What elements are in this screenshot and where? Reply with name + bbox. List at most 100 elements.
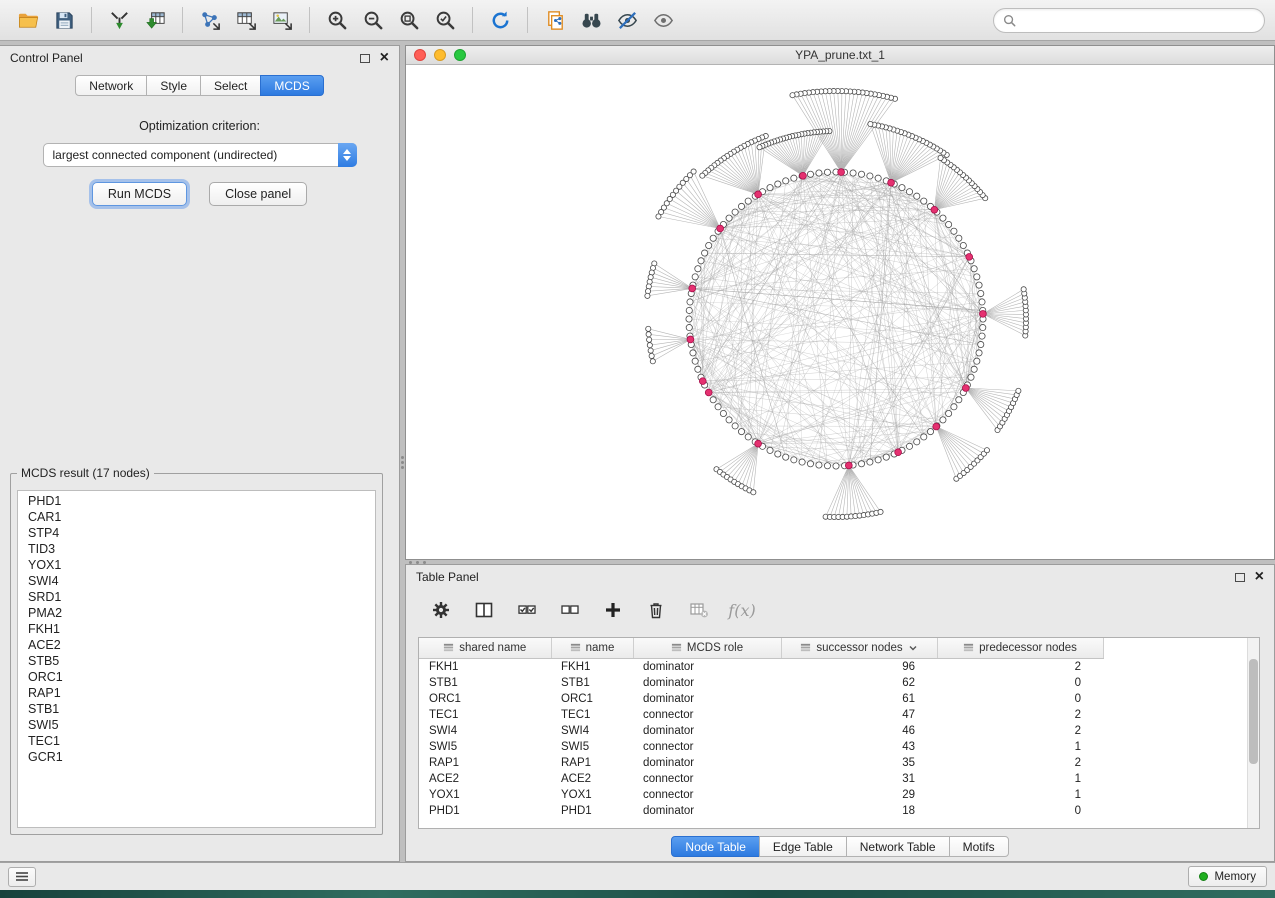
tab-mcds[interactable]: MCDS bbox=[260, 75, 323, 96]
mcds-result-item[interactable]: PHD1 bbox=[18, 493, 375, 509]
mcds-result-item[interactable]: RAP1 bbox=[18, 685, 375, 701]
function-builder-button[interactable]: f(x) bbox=[729, 597, 755, 623]
table-row[interactable]: ACE2ACE2connector311 bbox=[419, 771, 1103, 787]
show-graphics-button[interactable] bbox=[645, 4, 681, 36]
network-titlebar[interactable]: YPA_prune.txt_1 bbox=[406, 46, 1274, 65]
clone-network-button[interactable] bbox=[537, 4, 573, 36]
select-all-button[interactable] bbox=[514, 597, 540, 623]
import-network-button[interactable] bbox=[101, 4, 137, 36]
table-row[interactable]: FKH1FKH1dominator962 bbox=[419, 658, 1103, 675]
export-image-icon bbox=[271, 9, 294, 32]
add-column-button[interactable] bbox=[600, 597, 626, 623]
table-row[interactable]: SWI4SWI4dominator462 bbox=[419, 723, 1103, 739]
mcds-result-item[interactable]: STP4 bbox=[18, 525, 375, 541]
deselect-all-button[interactable] bbox=[557, 597, 583, 623]
toolbar-separator bbox=[182, 7, 183, 33]
find-button[interactable] bbox=[573, 4, 609, 36]
search-box[interactable] bbox=[993, 8, 1265, 33]
tab-network-table[interactable]: Network Table bbox=[846, 836, 950, 857]
column-header-mcds-role[interactable]: MCDS role bbox=[633, 638, 781, 658]
column-header-successor-nodes[interactable]: successor nodes bbox=[781, 638, 937, 658]
mcds-result-item[interactable]: ACE2 bbox=[18, 637, 375, 653]
mcds-result-item[interactable]: SRD1 bbox=[18, 589, 375, 605]
delete-column-button[interactable] bbox=[643, 597, 669, 623]
tab-edge-table[interactable]: Edge Table bbox=[759, 836, 847, 857]
zoom-selected-button[interactable] bbox=[427, 4, 463, 36]
maximize-window-icon[interactable] bbox=[454, 49, 466, 61]
mcds-result-item[interactable]: FKH1 bbox=[18, 621, 375, 637]
tab-motifs[interactable]: Motifs bbox=[949, 836, 1009, 857]
table-row[interactable]: ORC1ORC1dominator610 bbox=[419, 691, 1103, 707]
zoom-out-button[interactable] bbox=[355, 4, 391, 36]
table-tabs: Node Table Edge Table Network Table Moti… bbox=[406, 836, 1274, 857]
table-row[interactable]: SWI5SWI5connector431 bbox=[419, 739, 1103, 755]
float-panel-icon[interactable] bbox=[360, 54, 370, 63]
delete-table-icon bbox=[689, 600, 709, 620]
close-panel-icon[interactable]: × bbox=[380, 52, 389, 64]
main-area: Control Panel × Network Style Select MCD… bbox=[0, 41, 1275, 862]
refresh-button[interactable] bbox=[482, 4, 518, 36]
table-row[interactable]: STB1STB1dominator620 bbox=[419, 675, 1103, 691]
close-panel-button[interactable]: Close panel bbox=[209, 182, 307, 206]
mcds-result-item[interactable]: SWI4 bbox=[18, 573, 375, 589]
tab-style[interactable]: Style bbox=[146, 75, 201, 96]
mcds-result-item[interactable]: TID3 bbox=[18, 541, 375, 557]
network-canvas[interactable] bbox=[406, 65, 1274, 559]
window-controls bbox=[414, 49, 466, 61]
mcds-result-item[interactable]: ORC1 bbox=[18, 669, 375, 685]
table-row[interactable]: PHD1PHD1dominator180 bbox=[419, 803, 1103, 819]
tab-node-table[interactable]: Node Table bbox=[671, 836, 760, 857]
plus-icon bbox=[603, 600, 623, 620]
show-columns-button[interactable] bbox=[471, 597, 497, 623]
mcds-result-item[interactable]: SWI5 bbox=[18, 717, 375, 733]
toolbar-separator bbox=[91, 7, 92, 33]
zoom-in-button[interactable] bbox=[319, 4, 355, 36]
table-row[interactable]: YOX1YOX1connector291 bbox=[419, 787, 1103, 803]
column-header-shared-name[interactable]: shared name bbox=[419, 638, 551, 658]
column-header-predecessor-nodes[interactable]: predecessor nodes bbox=[937, 638, 1103, 658]
scrollbar-thumb[interactable] bbox=[1249, 659, 1258, 764]
mcds-result-item[interactable]: GCR1 bbox=[18, 749, 375, 765]
table-row[interactable]: RAP1RAP1dominator352 bbox=[419, 755, 1103, 771]
mcds-result-item[interactable]: CAR1 bbox=[18, 509, 375, 525]
mcds-result-item[interactable]: STB5 bbox=[18, 653, 375, 669]
tab-select[interactable]: Select bbox=[200, 75, 261, 96]
table-row[interactable]: TEC1TEC1connector472 bbox=[419, 707, 1103, 723]
zoom-out-icon bbox=[362, 9, 385, 32]
tab-network[interactable]: Network bbox=[75, 75, 147, 96]
mcds-result-list[interactable]: PHD1CAR1STP4TID3YOX1SWI4SRD1PMA2FKH1ACE2… bbox=[17, 490, 376, 828]
export-network-icon bbox=[199, 9, 222, 32]
import-network-icon bbox=[108, 9, 131, 32]
close-window-icon[interactable] bbox=[414, 49, 426, 61]
export-image-button[interactable] bbox=[264, 4, 300, 36]
export-network-button[interactable] bbox=[192, 4, 228, 36]
column-grid-icon bbox=[671, 642, 682, 653]
status-menu-button[interactable] bbox=[8, 867, 36, 887]
search-input[interactable] bbox=[1022, 13, 1255, 27]
mcds-result-item[interactable]: PMA2 bbox=[18, 605, 375, 621]
memory-button[interactable]: Memory bbox=[1188, 866, 1267, 887]
mcds-result-item[interactable]: STB1 bbox=[18, 701, 375, 717]
table-settings-button[interactable] bbox=[428, 597, 454, 623]
zoom-fit-button[interactable] bbox=[391, 4, 427, 36]
delete-table-button[interactable] bbox=[686, 597, 712, 623]
run-mcds-button[interactable]: Run MCDS bbox=[92, 182, 187, 206]
status-bar: Memory bbox=[0, 862, 1275, 890]
open-file-button[interactable] bbox=[10, 4, 46, 36]
save-session-button[interactable] bbox=[46, 4, 82, 36]
float-panel-icon[interactable] bbox=[1235, 573, 1245, 582]
mcds-result-item[interactable]: TEC1 bbox=[18, 733, 375, 749]
import-table-button[interactable] bbox=[137, 4, 173, 36]
save-icon bbox=[53, 9, 76, 32]
close-panel-icon[interactable]: × bbox=[1255, 571, 1264, 583]
hide-graphics-button[interactable] bbox=[609, 4, 645, 36]
fx-icon: f(x) bbox=[728, 601, 755, 620]
table-scrollbar[interactable] bbox=[1247, 638, 1259, 828]
network-window: YPA_prune.txt_1 bbox=[405, 45, 1275, 560]
mcds-result-item[interactable]: YOX1 bbox=[18, 557, 375, 573]
minimize-window-icon[interactable] bbox=[434, 49, 446, 61]
zoom-selected-icon bbox=[434, 9, 457, 32]
column-header-name[interactable]: name bbox=[551, 638, 633, 658]
optimization-criterion-select[interactable]: largest connected component (undirected) bbox=[43, 143, 357, 167]
export-table-button[interactable] bbox=[228, 4, 264, 36]
